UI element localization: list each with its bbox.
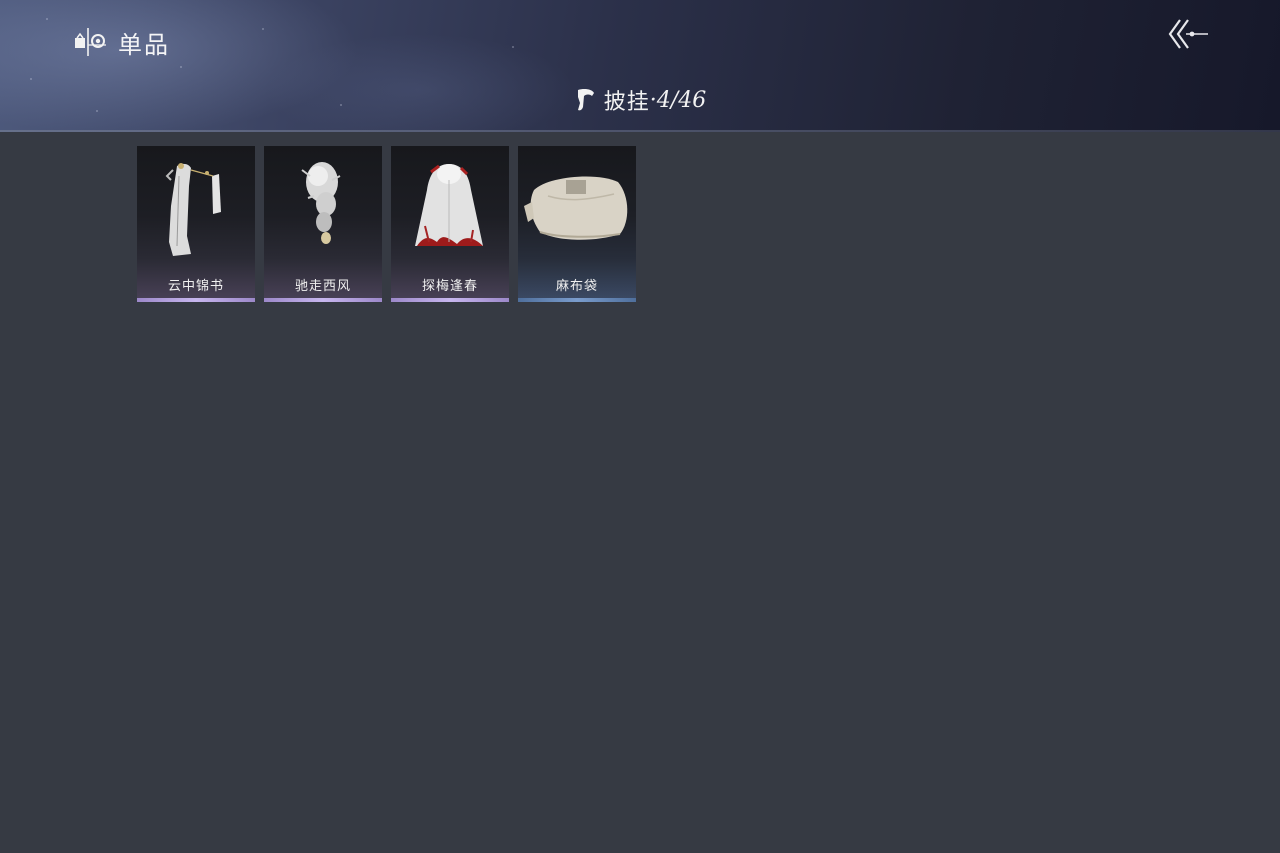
item-name: 探梅逢春 (421, 279, 478, 294)
star-decoration (46, 18, 48, 20)
item-card[interactable]: 驰走西风 (264, 146, 382, 302)
page-title: 单品 (118, 30, 170, 59)
item-grid: 云中锦书 驰走西风 探梅逢春 麻布袋 (137, 146, 636, 302)
star-decoration (30, 78, 32, 80)
wardrobe-hanger-icon (75, 28, 106, 56)
page-title-group: 单品 (74, 24, 170, 60)
rarity-bar (137, 298, 255, 302)
item-name: 驰走西风 (294, 279, 351, 294)
item-card[interactable]: 探梅逢春 (391, 146, 509, 302)
burlap-sack-thumbnail (524, 176, 628, 240)
category-count: ·4/46 (649, 87, 707, 113)
star-decoration (512, 46, 514, 48)
plum-cape-thumbnail (415, 164, 483, 246)
double-chevron-back-icon (1168, 19, 1208, 49)
star-decoration (262, 28, 264, 30)
cape-icon (577, 89, 594, 111)
category-label: 披挂 (603, 90, 650, 115)
cape-scroll-thumbnail (165, 163, 221, 256)
rarity-bar (518, 298, 636, 302)
back-button[interactable] (1164, 16, 1212, 52)
item-name: 麻布袋 (555, 279, 598, 294)
feather-cape-thumbnail (301, 162, 341, 244)
rarity-bar (391, 298, 509, 302)
item-card[interactable]: 云中锦书 (137, 146, 255, 302)
category-header: 披挂 ·4/46 (0, 84, 1280, 116)
header-divider (0, 130, 1280, 132)
rarity-bar (264, 298, 382, 302)
item-card[interactable]: 麻布袋 (518, 146, 636, 302)
star-decoration (180, 66, 182, 68)
item-name: 云中锦书 (167, 279, 224, 294)
